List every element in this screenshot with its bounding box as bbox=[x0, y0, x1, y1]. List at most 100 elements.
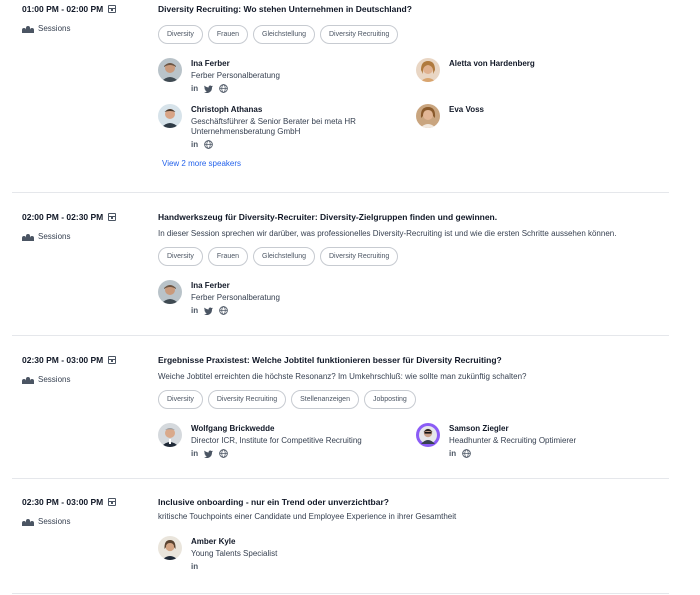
social-links: in bbox=[449, 449, 664, 458]
avatar bbox=[416, 104, 440, 128]
session-time-text: 02:00 PM - 02:30 PM bbox=[22, 212, 104, 222]
tag[interactable]: Diversity Recruiting bbox=[320, 25, 399, 44]
session-track: Sessions bbox=[22, 375, 152, 384]
tag[interactable]: Diversity bbox=[158, 390, 203, 409]
speaker-role: Young Talents Specialist bbox=[191, 549, 278, 558]
session-item: 02:30 PM - 03:00 PM Sessions Inclusive o… bbox=[12, 497, 669, 594]
speaker-name: Eva Voss bbox=[449, 105, 484, 114]
website-globe-icon[interactable] bbox=[219, 306, 228, 315]
linkedin-icon[interactable]: in bbox=[191, 84, 198, 93]
website-globe-icon[interactable] bbox=[219, 449, 228, 458]
twitter-icon[interactable] bbox=[204, 449, 214, 458]
avatar bbox=[158, 104, 182, 128]
session-track: Sessions bbox=[22, 232, 152, 241]
session-track: Sessions bbox=[22, 517, 152, 526]
speaker-name: Christoph Athanas bbox=[191, 105, 263, 114]
tag[interactable]: Frauen bbox=[207, 25, 249, 44]
twitter-icon[interactable] bbox=[204, 84, 214, 93]
speaker-name: Samson Ziegler bbox=[449, 424, 509, 433]
linkedin-icon[interactable]: in bbox=[191, 306, 198, 315]
session-time-column: 02:30 PM - 03:00 PM Sessions bbox=[22, 497, 152, 526]
speaker-name: Ina Ferber bbox=[191, 281, 230, 290]
speaker-list: Wolfgang Brickwedde Director ICR, Instit… bbox=[158, 423, 668, 463]
avatar bbox=[158, 536, 182, 560]
session-time-column: 01:00 PM - 02:00 PM Sessions bbox=[22, 4, 152, 33]
tag[interactable]: Diversity Recruiting bbox=[207, 390, 287, 409]
session-content: Diversity Recruiting: Wo stehen Unterneh… bbox=[158, 4, 668, 178]
tag[interactable]: Stellenanzeigen bbox=[291, 390, 359, 409]
speaker-list: Amber Kyle Young Talents Specialist in bbox=[158, 536, 668, 576]
tag[interactable]: Diversity Recruiting bbox=[320, 247, 399, 266]
website-globe-icon[interactable] bbox=[219, 84, 228, 93]
speaker-list: Ina Ferber Ferber Personalberatung in bbox=[158, 280, 668, 320]
tag-list: Diversity Frauen Gleichstellung Diversit… bbox=[158, 247, 668, 266]
avatar bbox=[416, 58, 440, 82]
session-time-column: 02:00 PM - 02:30 PM Sessions bbox=[22, 212, 152, 241]
social-links: in bbox=[191, 306, 406, 315]
view-more-speakers-link[interactable]: View 2 more speakers bbox=[162, 159, 241, 168]
twitter-icon[interactable] bbox=[204, 306, 214, 315]
speaker-name: Aletta von Hardenberg bbox=[449, 59, 535, 68]
session-time-text: 01:00 PM - 02:00 PM bbox=[22, 4, 104, 14]
track-label: Sessions bbox=[38, 517, 71, 526]
linkedin-icon[interactable]: in bbox=[191, 140, 198, 149]
add-to-calendar-icon[interactable] bbox=[108, 498, 117, 506]
session-time: 02:30 PM - 03:00 PM bbox=[22, 355, 152, 365]
session-title[interactable]: Handwerkszeug für Diversity-Recruiter: D… bbox=[158, 212, 668, 223]
speaker-role: Headhunter & Recruiting Optimierer bbox=[449, 436, 577, 445]
add-to-calendar-icon[interactable] bbox=[108, 5, 117, 13]
session-content: Inclusive onboarding - nur ein Trend ode… bbox=[158, 497, 668, 576]
session-time-text: 02:30 PM - 03:00 PM bbox=[22, 355, 104, 365]
avatar bbox=[416, 423, 440, 447]
social-links: in bbox=[191, 84, 406, 93]
group-icon bbox=[22, 376, 34, 384]
speaker-role: Director ICR, Institute for Competitive … bbox=[191, 436, 362, 445]
tag[interactable]: Gleichstellung bbox=[253, 247, 315, 266]
avatar bbox=[158, 280, 182, 304]
speaker-name: Wolfgang Brickwedde bbox=[191, 424, 275, 433]
add-to-calendar-icon[interactable] bbox=[108, 356, 117, 364]
tag[interactable]: Frauen bbox=[207, 247, 249, 266]
tag[interactable]: Diversity bbox=[158, 247, 203, 266]
speaker-role: Ferber Personalberatung bbox=[191, 293, 280, 302]
add-to-calendar-icon[interactable] bbox=[108, 213, 117, 221]
track-label: Sessions bbox=[38, 375, 71, 384]
linkedin-icon[interactable]: in bbox=[191, 562, 198, 571]
avatar bbox=[158, 58, 182, 82]
social-links: in bbox=[191, 449, 406, 458]
group-icon bbox=[22, 233, 34, 241]
session-time: 01:00 PM - 02:00 PM bbox=[22, 4, 152, 14]
session-content: Handwerkszeug für Diversity-Recruiter: D… bbox=[158, 212, 668, 320]
tag[interactable]: Jobposting bbox=[363, 390, 416, 409]
session-item: 02:30 PM - 03:00 PM Sessions Ergebnisse … bbox=[12, 355, 669, 479]
speaker-role: Ferber Personalberatung bbox=[191, 71, 280, 80]
linkedin-icon[interactable]: in bbox=[449, 449, 456, 458]
avatar bbox=[158, 423, 182, 447]
group-icon bbox=[22, 25, 34, 33]
agenda-list: 01:00 PM - 02:00 PM Sessions Diversity R… bbox=[0, 0, 700, 595]
group-icon bbox=[22, 518, 34, 526]
session-item: 01:00 PM - 02:00 PM Sessions Diversity R… bbox=[12, 4, 669, 193]
speaker-name: Amber Kyle bbox=[191, 537, 236, 546]
track-label: Sessions bbox=[38, 24, 71, 33]
speaker-role: Geschäftsführer & Senior Berater bei met… bbox=[191, 117, 356, 136]
social-links: in bbox=[191, 562, 406, 571]
tag[interactable]: Diversity bbox=[158, 25, 203, 44]
session-description: In dieser Session sprechen wir darüber, … bbox=[158, 229, 617, 238]
track-label: Sessions bbox=[38, 232, 71, 241]
session-description: Weiche Jobtitel erreichten die höchste R… bbox=[158, 372, 527, 381]
session-time: 02:30 PM - 03:00 PM bbox=[22, 497, 152, 507]
session-time-text: 02:30 PM - 03:00 PM bbox=[22, 497, 104, 507]
session-title[interactable]: Inclusive onboarding - nur ein Trend ode… bbox=[158, 497, 668, 508]
session-time: 02:00 PM - 02:30 PM bbox=[22, 212, 152, 222]
session-time-column: 02:30 PM - 03:00 PM Sessions bbox=[22, 355, 152, 384]
tag-list: Diversity Diversity Recruiting Stellenan… bbox=[158, 390, 668, 409]
website-globe-icon[interactable] bbox=[462, 449, 471, 458]
session-description: kritische Touchpoints einer Candidate un… bbox=[158, 512, 457, 521]
tag[interactable]: Gleichstellung bbox=[253, 25, 315, 44]
website-globe-icon[interactable] bbox=[204, 140, 213, 149]
session-item: 02:00 PM - 02:30 PM Sessions Handwerksze… bbox=[12, 212, 669, 336]
linkedin-icon[interactable]: in bbox=[191, 449, 198, 458]
session-title[interactable]: Ergebnisse Praxistest: Welche Jobtitel f… bbox=[158, 355, 668, 366]
session-title[interactable]: Diversity Recruiting: Wo stehen Unterneh… bbox=[158, 4, 668, 15]
